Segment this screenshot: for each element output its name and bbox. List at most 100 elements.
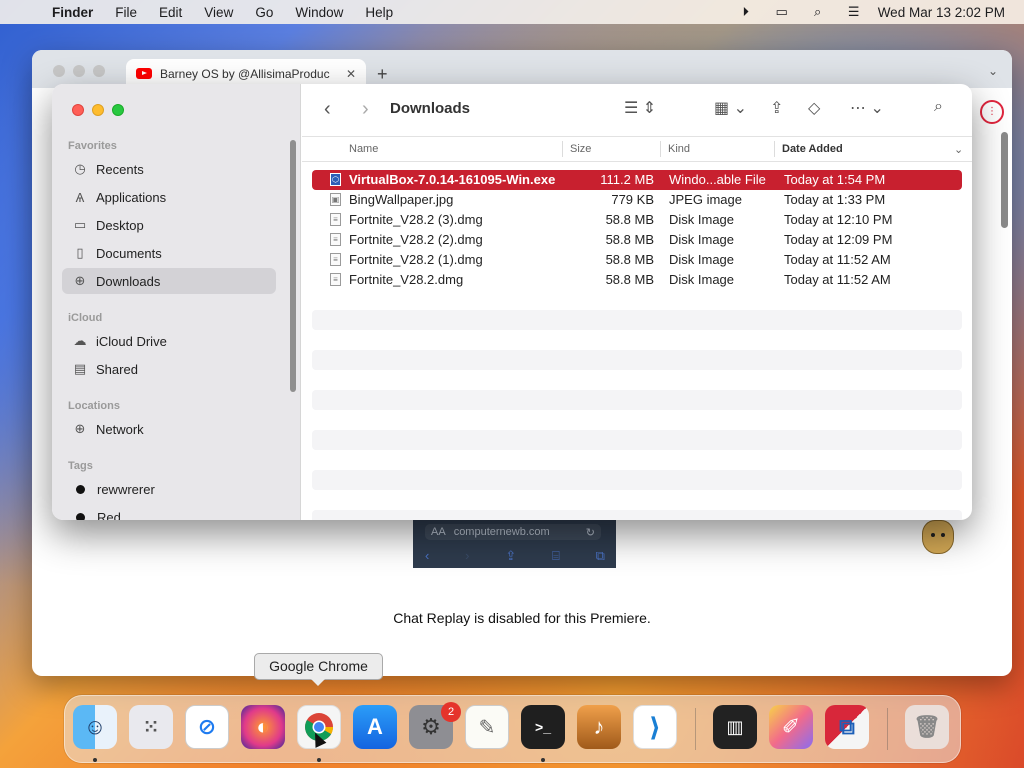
empty-row [312, 350, 962, 370]
menu-help[interactable]: Help [354, 5, 404, 20]
piano-app-icon[interactable]: ▥ [713, 705, 757, 749]
garageband-app-icon[interactable]: ♪ [577, 705, 621, 749]
finder-traffic-lights [72, 104, 124, 116]
browser-scrollbar[interactable] [1001, 132, 1008, 228]
sidebar-item-label: Shared [96, 361, 138, 377]
video-browser-controls: ‹ › ⇪ ⌸ ⧉ [425, 548, 605, 564]
sidebar-item-desktop[interactable]: ▭ Desktop [62, 212, 276, 238]
file-size: 779 KB [611, 192, 654, 207]
tag-color-dot [76, 512, 85, 520]
menu-window[interactable]: Window [284, 5, 354, 20]
sidebar-item-network[interactable]: ⊕ Network [62, 416, 276, 442]
file-date: Today at 1:33 PM [784, 192, 886, 207]
file-row[interactable]: ⬡ VirtualBox-7.0.14-161095-Win.exe 111.2… [312, 170, 962, 190]
file-row[interactable]: ≡ Fortnite_V28.2.dmg 58.8 MB Disk Image … [312, 270, 962, 290]
sidebar-item-tag-red[interactable]: Red [62, 504, 276, 520]
sidebar-item-applications[interactable]: Ѧ Applications [62, 184, 276, 210]
file-row[interactable]: ≡ Fortnite_V28.2 (3).dmg 58.8 MB Disk Im… [312, 210, 962, 230]
file-size: 58.8 MB [605, 232, 654, 247]
trash-icon[interactable]: 🗑 [905, 705, 949, 749]
file-row[interactable]: ≡ Fortnite_V28.2 (2).dmg 58.8 MB Disk Im… [312, 230, 962, 250]
forward-chevron-icon[interactable]: › [362, 98, 369, 121]
sort-chevron-icon[interactable]: ⌄ [954, 143, 963, 156]
shared-folder-icon: ▤ [73, 361, 87, 376]
tag-icon[interactable]: ◇ [808, 98, 820, 118]
finder-app-icon[interactable]: ☺ [73, 705, 117, 749]
finder-zoom-button[interactable] [112, 104, 124, 116]
column-header-row: Name Size Kind Date Added ⌄ [302, 136, 972, 162]
safari-app-icon[interactable]: ⊘ [185, 705, 229, 749]
menu-file[interactable]: File [104, 5, 148, 20]
menu-edit[interactable]: Edit [148, 5, 193, 20]
control-center-icon[interactable]: ☰ [836, 4, 872, 20]
app-store-app-icon[interactable]: A [353, 705, 397, 749]
file-kind: Disk Image [669, 212, 735, 227]
menu-view[interactable]: View [193, 5, 244, 20]
sidebar-item-icloud-drive[interactable]: ☁ iCloud Drive [62, 328, 276, 354]
menu-app-name[interactable]: Finder [52, 5, 104, 20]
menu-clock[interactable]: Wed Mar 13 2:02 PM [872, 5, 1024, 20]
new-tab-button[interactable]: + [377, 64, 388, 85]
file-date: Today at 11:52 AM [784, 272, 891, 287]
empty-row [312, 310, 962, 330]
column-divider [774, 141, 775, 157]
sidebar-header-tags: Tags [68, 460, 93, 472]
column-header-kind[interactable]: Kind [668, 143, 690, 155]
terminal-app-icon[interactable]: >_ [521, 705, 565, 749]
desktop-icon: ▭ [73, 217, 87, 232]
display-icon[interactable]: ▭ [764, 4, 800, 20]
finder-window-title: Downloads [390, 100, 471, 117]
sidebar-item-recents[interactable]: ◷ Recents [62, 156, 276, 182]
extension-icon[interactable]: ⋮ [980, 100, 1004, 124]
clock-icon: ◷ [74, 161, 86, 176]
textedit-app-icon[interactable]: ✎ [465, 705, 509, 749]
search-icon[interactable]: ⌕ [934, 98, 943, 116]
sidebar-item-documents[interactable]: ▯ Documents [62, 240, 276, 266]
menu-bar: Finder File Edit View Go Window Help ⏵ ▭… [0, 0, 1024, 24]
parallels-app-icon[interactable]: ⧉ [825, 705, 869, 749]
browser-minimize-button[interactable] [73, 65, 85, 77]
chat-replay-message: Chat Replay is disabled for this Premier… [393, 610, 651, 626]
more-actions-icon[interactable]: ⋯ ⌄ [850, 98, 884, 118]
empty-row [312, 450, 962, 470]
close-tab-icon[interactable]: ✕ [346, 67, 356, 81]
vscode-app-icon[interactable]: ⟩ [633, 705, 677, 749]
video-player[interactable]: AA computernewb.com ↻ ‹ › ⇪ ⌸ ⧉ [413, 520, 616, 568]
column-header-size[interactable]: Size [570, 143, 591, 155]
launchpad-app-icon[interactable]: ⁙ [129, 705, 173, 749]
column-divider [660, 141, 661, 157]
file-name: Fortnite_V28.2.dmg [349, 272, 464, 287]
file-row[interactable]: ▣ BingWallpaper.jpg 779 KB JPEG image To… [312, 190, 962, 210]
file-row[interactable]: ≡ Fortnite_V28.2 (1).dmg 58.8 MB Disk Im… [312, 250, 962, 270]
spotlight-icon[interactable]: ⌕ [800, 4, 836, 20]
tabs-icon: ⧉ [595, 548, 605, 563]
browser-zoom-button[interactable] [93, 65, 105, 77]
finder-window: Favorites ◷ Recents Ѧ Applications ▭ Des… [52, 84, 972, 520]
empty-row [312, 290, 962, 310]
share-icon[interactable]: ⇪ [770, 98, 783, 118]
tab-list-chevron-icon[interactable]: ⌄ [988, 64, 998, 78]
column-header-name[interactable]: Name [349, 143, 378, 155]
sidebar-item-tag-rewwrerer[interactable]: rewwrerer [62, 476, 276, 502]
screen-record-icon[interactable]: ⏵ [728, 4, 764, 20]
file-name: VirtualBox-7.0.14-161095-Win.exe [349, 172, 556, 187]
pages-app-icon[interactable]: ✐ [769, 705, 813, 749]
group-by-icon[interactable]: ▦ ⌄ [714, 98, 747, 118]
sidebar-item-downloads[interactable]: ⊕ Downloads [62, 268, 276, 294]
back-chevron-icon[interactable]: ‹ [324, 98, 331, 121]
column-header-date-added[interactable]: Date Added [782, 143, 843, 155]
list-view-icon[interactable]: ☰ ⇕ [624, 98, 656, 118]
globe-icon: ⊕ [74, 421, 86, 436]
firefox-app-icon[interactable]: ◐ [241, 705, 285, 749]
browser-close-button[interactable] [53, 65, 65, 77]
download-icon: ⊕ [74, 273, 86, 288]
finder-close-button[interactable] [72, 104, 84, 116]
menu-go[interactable]: Go [244, 5, 284, 20]
cloud-icon: ☁ [73, 333, 87, 348]
sidebar-item-label: Desktop [96, 217, 144, 233]
sidebar-item-shared[interactable]: ▤ Shared [62, 356, 276, 382]
file-size: 58.8 MB [605, 252, 654, 267]
disk-image-file-icon: ≡ [330, 253, 341, 266]
finder-minimize-button[interactable] [92, 104, 104, 116]
sidebar-scrollbar[interactable] [290, 140, 296, 392]
